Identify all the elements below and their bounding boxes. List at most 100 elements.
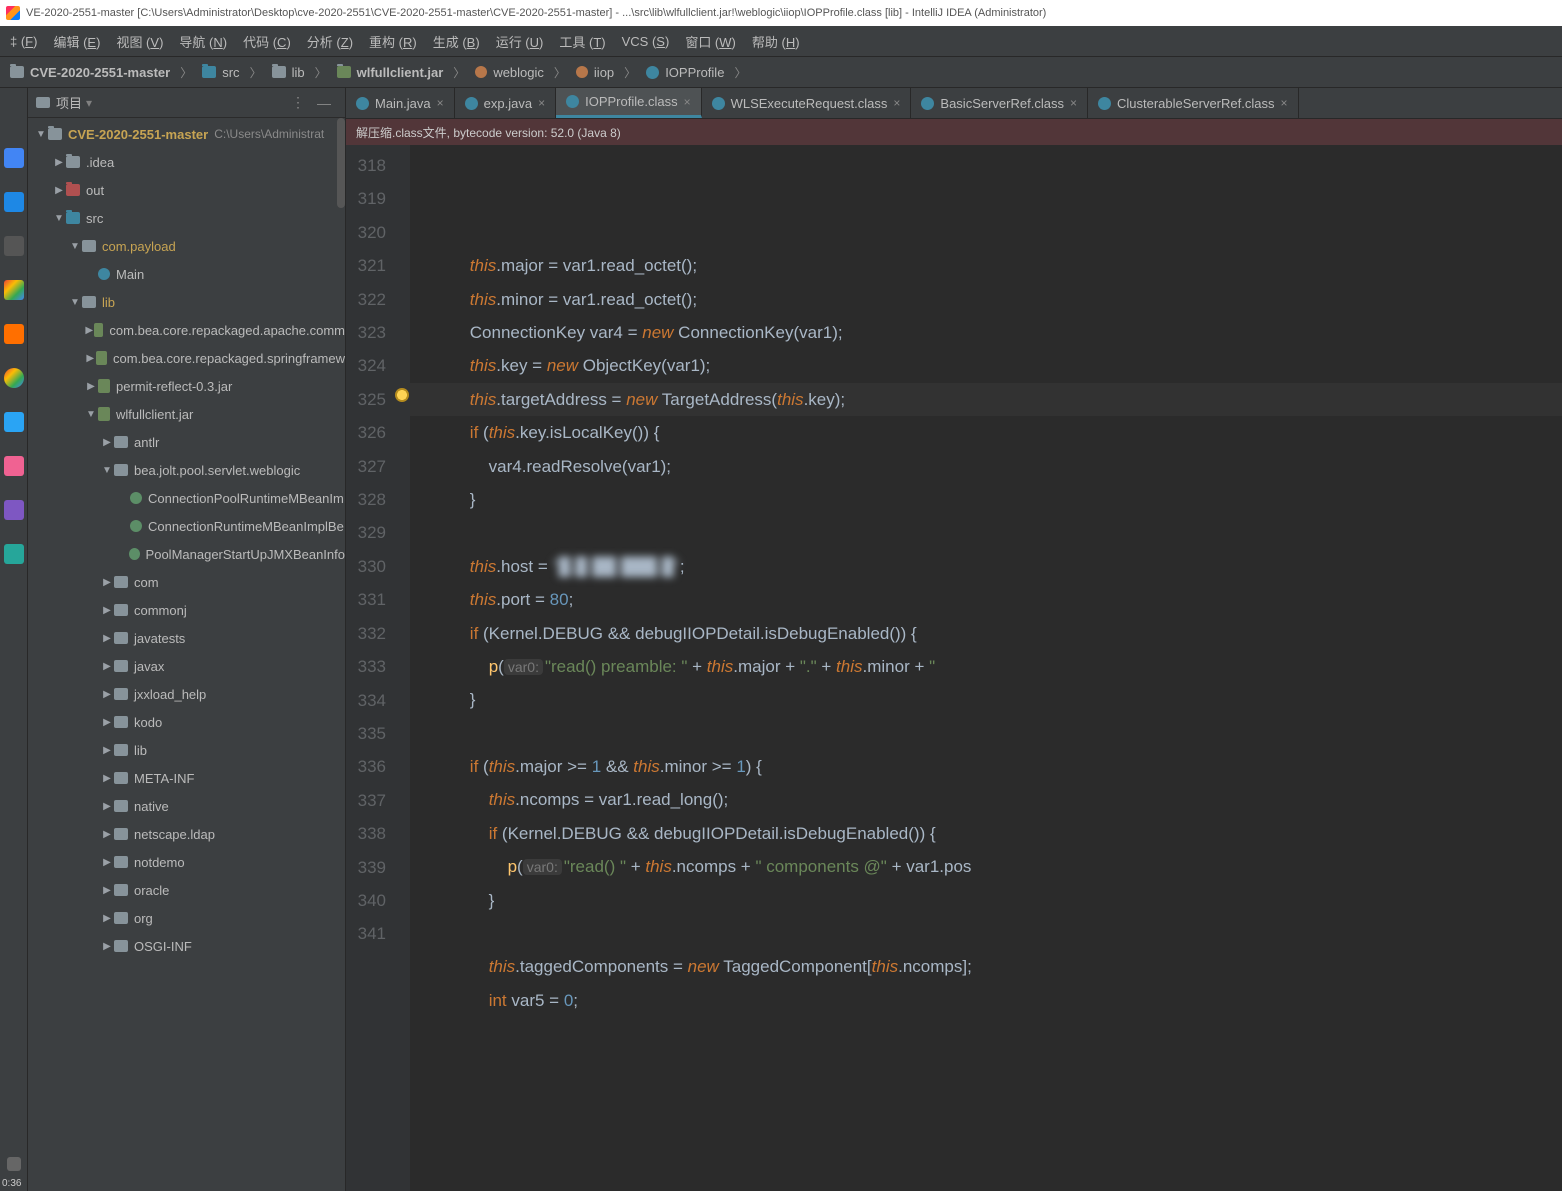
chevron-right-icon[interactable]: ▶	[84, 381, 98, 392]
code-editor[interactable]: 3183193203213223233243253263273283293303…	[346, 145, 1562, 1191]
code-line[interactable]: if (this.major >= 1 && this.minor >= 1) …	[432, 750, 1562, 783]
code-line[interactable]: p(var0:"read() preamble: " + this.major …	[432, 650, 1562, 683]
menu-item[interactable]: 工具 (T)	[559, 32, 605, 51]
code-line[interactable]: this.key = new ObjectKey(var1);	[432, 349, 1562, 382]
code-line[interactable]: if (Kernel.DEBUG && debugIIOPDetail.isDe…	[432, 817, 1562, 850]
code-line[interactable]: }	[432, 683, 1562, 716]
tree-row[interactable]: ▶native	[28, 792, 345, 820]
close-icon[interactable]: ×	[684, 95, 691, 109]
close-icon[interactable]: ×	[1070, 96, 1077, 110]
code-line[interactable]: var4.readResolve(var1);	[432, 450, 1562, 483]
chevron-right-icon[interactable]: ▶	[52, 185, 66, 196]
code-line[interactable]: this.targetAddress = new TargetAddress(t…	[432, 383, 1562, 416]
chevron-down-icon[interactable]: ▼	[52, 213, 66, 224]
menu-item[interactable]: 视图 (V)	[116, 32, 163, 51]
tree-row[interactable]: ▶out	[28, 176, 345, 204]
breadcrumb-part[interactable]: src	[222, 65, 239, 80]
chrome-icon[interactable]	[4, 368, 24, 388]
chevron-right-icon[interactable]: ▶	[100, 801, 114, 812]
code-line[interactable]: if (this.key.isLocalKey()) {	[432, 416, 1562, 449]
tree-row[interactable]: ▶lib	[28, 736, 345, 764]
app-icon[interactable]	[4, 500, 24, 520]
firefox-icon[interactable]	[4, 324, 24, 344]
tree-row[interactable]: ▼com.payload	[28, 232, 345, 260]
scrollbar-thumb[interactable]	[337, 118, 345, 208]
breadcrumb-part[interactable]: weblogic	[493, 65, 544, 80]
code-line[interactable]: this.ncomps = var1.read_long();	[432, 783, 1562, 816]
tree-row[interactable]: ▶antlr	[28, 428, 345, 456]
breadcrumb-part[interactable]: CVE-2020-2551-master	[30, 65, 170, 80]
tree-row[interactable]: ▶javax	[28, 652, 345, 680]
tree-row[interactable]: ▼src	[28, 204, 345, 232]
editor-tab[interactable]: IOPProfile.class×	[556, 88, 702, 118]
code-line[interactable]: this.host = "█.█ ██ ███.█";	[432, 550, 1562, 583]
close-icon[interactable]: ×	[1280, 96, 1287, 110]
chevron-right-icon[interactable]: ▶	[100, 633, 114, 644]
tree-row[interactable]: ConnectionRuntimeMBeanImplBe	[28, 512, 345, 540]
chevron-right-icon[interactable]: ▶	[52, 157, 66, 168]
chevron-down-icon[interactable]: ▼	[84, 409, 98, 420]
sidebar-menu-icon[interactable]: ⋮	[285, 94, 311, 111]
tree-row[interactable]: ConnectionPoolRuntimeMBeanIm	[28, 484, 345, 512]
tree-row[interactable]: ▶permit-reflect-0.3.jar	[28, 372, 345, 400]
tree-row[interactable]: ▶OSGI-INF	[28, 932, 345, 960]
edge-icon[interactable]	[4, 192, 24, 212]
tree-row[interactable]: ▶javatests	[28, 624, 345, 652]
close-icon[interactable]: ×	[538, 96, 545, 110]
sidebar-title[interactable]: 项目	[56, 93, 82, 112]
chevron-right-icon[interactable]: ▶	[100, 437, 114, 448]
code-line[interactable]: ConnectionKey var4 = new ConnectionKey(v…	[432, 316, 1562, 349]
tree-row[interactable]: PoolManagerStartUpJMXBeanInfo	[28, 540, 345, 568]
tree-row[interactable]: Main	[28, 260, 345, 288]
chevron-right-icon[interactable]: ▶	[100, 745, 114, 756]
menu-item[interactable]: 重构 (R)	[369, 32, 417, 51]
tree-row[interactable]: ▶.idea	[28, 148, 345, 176]
tree-row[interactable]: ▼bea.jolt.pool.servlet.weblogic	[28, 456, 345, 484]
chevron-right-icon[interactable]: ▶	[100, 773, 114, 784]
chevron-right-icon[interactable]	[7, 1157, 21, 1171]
tree-row[interactable]: ▼wlfullclient.jar	[28, 400, 345, 428]
tree-row[interactable]: ▶oracle	[28, 876, 345, 904]
tree-row[interactable]: ▶com.bea.core.repackaged.springframew	[28, 344, 345, 372]
tree-row[interactable]: ▼lib	[28, 288, 345, 316]
chevron-down-icon[interactable]: ▼	[100, 465, 114, 476]
code-line[interactable]	[432, 717, 1562, 750]
tree-row[interactable]: ▶com	[28, 568, 345, 596]
code-line[interactable]: }	[432, 884, 1562, 917]
menu-item[interactable]: 导航 (N)	[179, 32, 227, 51]
editor-tab[interactable]: exp.java×	[455, 88, 556, 118]
menu-item[interactable]: VCS (S)	[622, 34, 670, 49]
chevron-right-icon[interactable]: ▶	[84, 325, 94, 336]
menu-item[interactable]: 窗口 (W)	[685, 32, 736, 51]
chevron-down-icon[interactable]: ▼	[34, 129, 48, 140]
chevron-right-icon[interactable]: ▶	[100, 941, 114, 952]
tree-row[interactable]: ▶com.bea.core.repackaged.apache.comm	[28, 316, 345, 344]
chevron-right-icon[interactable]: ▶	[100, 577, 114, 588]
chevron-right-icon[interactable]: ▶	[100, 913, 114, 924]
breadcrumb-part[interactable]: iiop	[594, 65, 614, 80]
tree-row[interactable]: ▶META-INF	[28, 764, 345, 792]
intention-bulb-icon[interactable]	[395, 388, 409, 402]
sidebar-collapse-icon[interactable]: —	[311, 95, 337, 111]
app-icon[interactable]	[4, 456, 24, 476]
tree-row[interactable]: ▶org	[28, 904, 345, 932]
editor-tab[interactable]: BasicServerRef.class×	[911, 88, 1088, 118]
chevron-down-icon[interactable]: ▼	[68, 297, 82, 308]
chevron-right-icon[interactable]: ▶	[100, 885, 114, 896]
chevron-right-icon[interactable]: ▶	[100, 689, 114, 700]
app-icon[interactable]	[4, 412, 24, 432]
code-line[interactable]: int var5 = 0;	[432, 984, 1562, 1017]
terminal-icon[interactable]	[4, 236, 24, 256]
code-line[interactable]	[432, 516, 1562, 549]
menu-item[interactable]: 运行 (U)	[496, 32, 544, 51]
chevron-right-icon[interactable]: ▶	[100, 829, 114, 840]
code-line[interactable]: this.minor = var1.read_octet();	[432, 283, 1562, 316]
code-line[interactable]: this.major = var1.read_octet();	[432, 249, 1562, 282]
close-icon[interactable]: ×	[437, 96, 444, 110]
chevron-down-icon[interactable]: ▾	[86, 96, 92, 110]
code-line[interactable]	[432, 917, 1562, 950]
tree-root[interactable]: ▼ CVE-2020-2551-master C:\Users\Administ…	[28, 120, 345, 148]
tree-row[interactable]: ▶notdemo	[28, 848, 345, 876]
editor-tab[interactable]: Main.java×	[346, 88, 455, 118]
chevron-right-icon[interactable]: ▶	[100, 661, 114, 672]
